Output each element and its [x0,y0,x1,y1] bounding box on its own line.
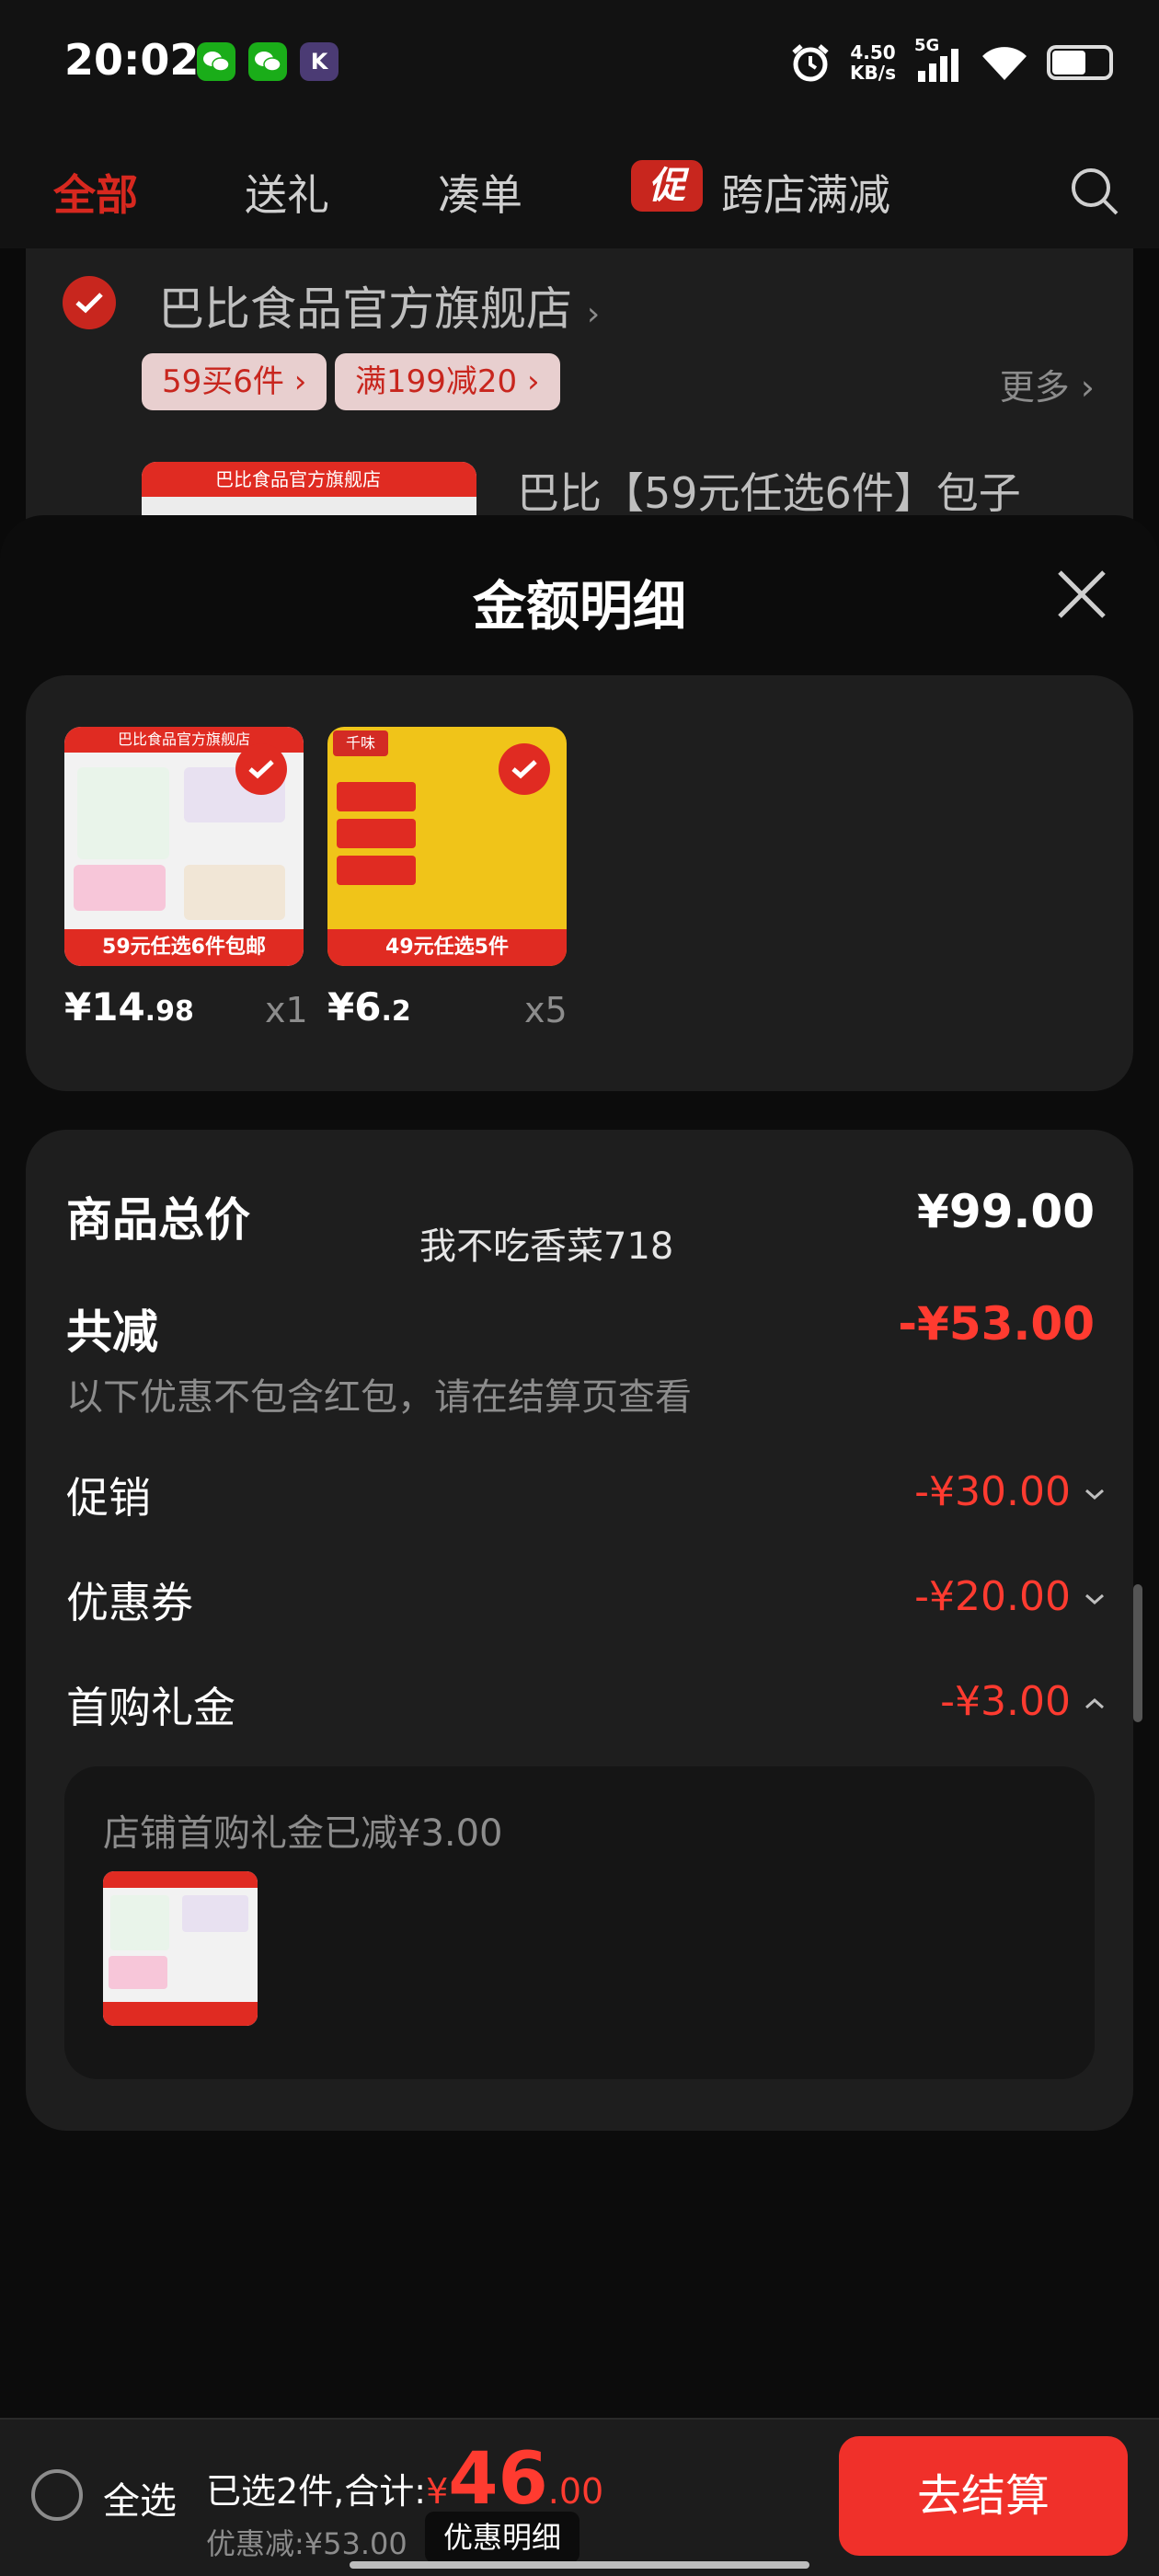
chevron-down-icon[interactable] [1082,1586,1107,1612]
item-price: ¥6.2 [327,984,411,1029]
store-checkbox[interactable] [63,276,116,329]
network-type: 5G [914,36,940,55]
reduce-value: -¥53.00 [898,1297,1095,1351]
promo-badge: 促 [631,160,703,212]
product-image-banner: 49元任选5件 [327,929,567,966]
promo-label[interactable]: 促销 [66,1465,151,1525]
battery-icon [1047,45,1113,80]
item-price-int: ¥14 [64,984,145,1029]
item-qty: x5 [524,990,568,1030]
status-bar: 20:02 K 4.50 KB/s 5G [0,0,1159,129]
network-speed: 4.50 KB/s [850,42,896,83]
product-image[interactable]: 巴比食品官方旗舰店 59元任选6件包邮 [64,727,304,966]
wechat-icon [197,42,235,81]
cart-tabs: 全部 送礼 凑单 促 跨店满减 [0,129,1159,248]
username-watermark: 我不吃香菜718 [419,1225,674,1268]
chevron-up-icon[interactable] [1082,1691,1107,1717]
selected-check-icon [499,743,550,795]
coupon-label[interactable]: 优惠券 [66,1570,193,1630]
item-price-dec: .2 [381,995,411,1028]
currency-symbol: ¥ [426,2471,449,2512]
product-image [103,1871,258,2026]
search-icon[interactable] [1067,164,1122,219]
item-price-dec: .98 [144,995,194,1028]
discount-note: 以下优惠不包含红包，请在结算页查看 [66,1376,692,1419]
status-right: 4.50 KB/s 5G [789,36,1113,88]
store-name-text: 巴比食品官方旗舰店 [158,282,572,336]
product-image[interactable]: 千味 49元任选5件 [327,727,567,966]
item-price: ¥14.98 [64,984,194,1029]
coupon-value[interactable]: -¥20.00 [914,1573,1071,1620]
total-int: 46 [448,2438,548,2521]
tab-cross-store[interactable]: 跨店满减 [721,162,890,223]
more-label: 更多 [999,367,1070,408]
selected-check-icon [235,743,287,795]
check-icon [75,293,103,314]
store-name[interactable]: 巴比食品官方旗舰店 › [158,272,600,339]
product-image-header: 千味 [333,730,388,756]
k-app-icon: K [300,42,339,81]
speed-unit: KB/s [850,62,896,84]
chevron-down-icon[interactable] [1082,1481,1107,1507]
promo-tag[interactable]: 59买6件 › [142,353,327,410]
total-value: ¥99.00 [917,1185,1095,1238]
close-icon[interactable] [1054,567,1109,622]
alarm-icon [792,44,829,82]
tab-bundle[interactable]: 凑单 [438,162,522,223]
select-all-label[interactable]: 全选 [103,2471,177,2524]
product-image-banner: 59元任选6件包邮 [64,929,304,966]
promo-tag-label: 59买6件 [162,363,284,400]
promo-value[interactable]: -¥30.00 [914,1468,1071,1515]
checkout-button[interactable]: 去结算 [839,2436,1128,2556]
promo-tag[interactable]: 满199减20 › [335,353,560,410]
selected-total: 已选2件,合计:¥46.00 [206,2438,603,2521]
discount-detail-button[interactable]: 优惠明细 [425,2512,580,2563]
discount-total: 优惠减:¥53.00 [206,2526,407,2561]
total-dec: .00 [547,2471,604,2512]
wifi-icon [982,47,1027,80]
selected-text: 已选2件,合计: [206,2471,427,2512]
scrollbar[interactable] [1133,1584,1142,1722]
store-product-title[interactable]: 巴比【59元任选6件】包子 [517,460,1021,521]
sheet-title: 金额明细 [472,575,686,638]
wechat-icon [248,42,287,81]
tab-all[interactable]: 全部 [53,162,138,223]
home-indicator[interactable] [350,2561,809,2569]
chevron-right-icon: › [586,295,601,333]
signal-icon: 5G [914,36,962,84]
thumb-banner: 巴比食品官方旗舰店 [142,462,476,497]
select-all-radio[interactable] [31,2469,83,2521]
tab-gift[interactable]: 送礼 [245,162,329,223]
more-link[interactable]: 更多 › [1000,359,1095,409]
promo-tag-label: 满199减20 [355,363,518,400]
first-purchase-value[interactable]: -¥3.00 [940,1678,1071,1725]
item-qty: x1 [265,990,308,1030]
total-label: 商品总价 [66,1193,250,1247]
speed-value: 4.50 [850,41,896,63]
first-purchase-label[interactable]: 首购礼金 [66,1674,235,1735]
clock: 20:02 [64,35,200,85]
first-purchase-detail-text: 店铺首购礼金已减¥3.00 [103,1812,503,1855]
item-price-int: ¥6 [327,984,382,1029]
reduce-label: 共减 [66,1305,158,1359]
